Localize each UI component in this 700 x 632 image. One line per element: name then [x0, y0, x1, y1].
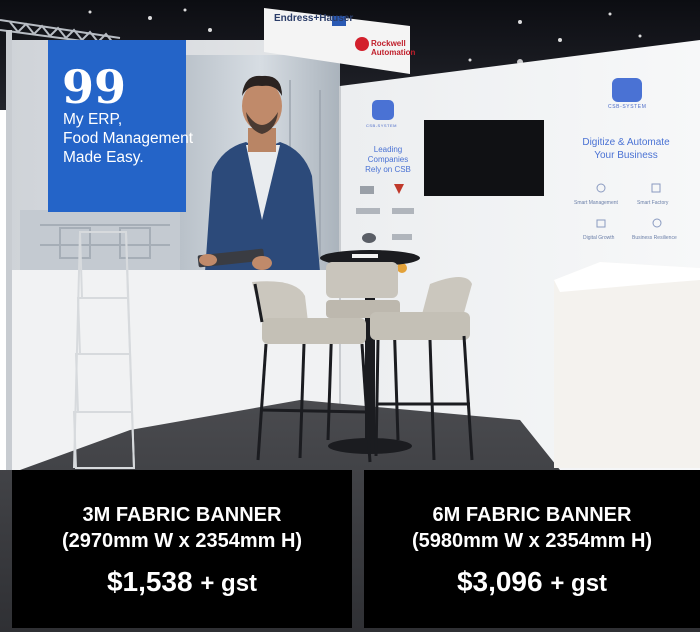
offer-panel-3m: 3M FABRIC BANNER (2970mm W x 2354mm H) $…: [12, 470, 352, 628]
offer-dimensions: (5980mm W x 2354mm H): [411, 530, 653, 552]
slogan-line: Made Easy.: [63, 149, 144, 166]
headline-line: Digitize & Automate: [582, 137, 670, 148]
offer-price: $1,538: [106, 566, 193, 597]
csb-logo-large: [612, 78, 642, 102]
wall-headline: Digitize & Automate Your Business: [566, 136, 686, 162]
frame-pole: [6, 30, 12, 470]
csb-logo-small: [372, 100, 394, 120]
leading-line: Leading Companies: [367, 145, 409, 164]
white-counter: [554, 262, 700, 468]
feature-label: Smart Factory: [637, 200, 669, 206]
offer-dimensions: (2970mm W x 2354mm H): [61, 530, 303, 552]
offer-tax: + gst: [200, 570, 258, 597]
offer-tax: + gst: [550, 570, 608, 597]
feature-label: Business Resilience: [632, 235, 677, 241]
quote-mark: 99: [62, 60, 127, 114]
csb-caption-large: CSB-SYSTEM: [608, 104, 647, 110]
factory-graphic-lower: [20, 210, 180, 270]
sign-brand-right: Rockwell Automation: [371, 39, 416, 57]
offer-title: 3M FABRIC BANNER: [82, 504, 282, 526]
feature-label: Digital Growth: [583, 235, 615, 241]
sign-brand-left: Endress+Hauser: [274, 13, 354, 24]
slogan-line: My ERP,: [63, 111, 123, 128]
offer-price-line: $1,538 + gst: [12, 565, 352, 601]
offer-panel-6m: 6M FABRIC BANNER (5980mm W x 2354mm H) $…: [364, 470, 700, 628]
offer-price-line: $3,096 + gst: [364, 565, 700, 601]
slogan-line: Food Management: [63, 130, 194, 147]
feature-label: Smart Management: [574, 200, 618, 206]
wall-leading-text: Leading Companies Rely on CSB: [353, 145, 423, 175]
leading-line: Rely on CSB: [365, 165, 411, 174]
banner-slogan: My ERP, Food Management Made Easy.: [63, 110, 194, 167]
offer-price: $3,096: [456, 566, 543, 597]
tv-screen: [424, 120, 544, 196]
offer-title: 6M FABRIC BANNER: [432, 504, 632, 526]
headline-line: Your Business: [594, 150, 658, 161]
csb-caption-small: CSB-SYSTEM: [366, 123, 398, 128]
